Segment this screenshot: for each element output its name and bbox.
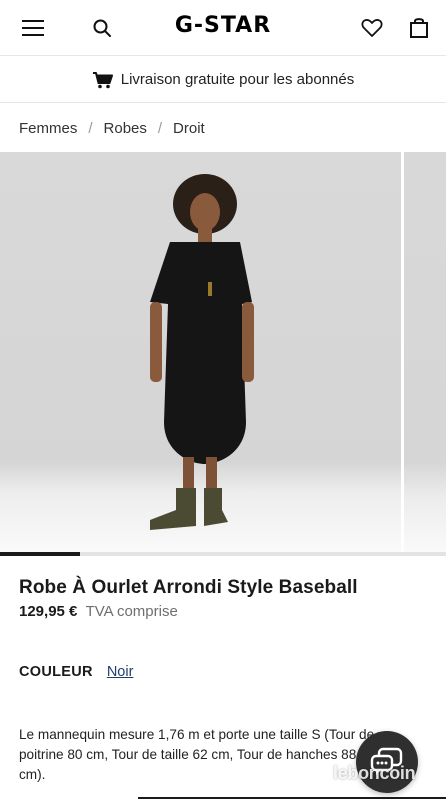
price-row: 129,95 € TVA comprise <box>19 603 178 620</box>
product-image[interactable] <box>0 152 401 552</box>
bottom-divider <box>138 797 446 799</box>
color-label: COULEUR <box>19 664 93 680</box>
menu-icon <box>22 20 44 36</box>
breadcrumb-item-femmes[interactable]: Femmes <box>19 120 77 137</box>
breadcrumb: Femmes / Robes / Droit <box>19 118 205 138</box>
menu-button[interactable] <box>17 12 49 44</box>
product-title: Robe À Ourlet Arrondi Style Baseball <box>19 577 358 598</box>
color-selector: COULEUR Noir <box>19 664 133 680</box>
top-navigation-bar: G-STAR <box>0 0 446 56</box>
brand-logo[interactable]: G-STAR <box>150 12 296 40</box>
tax-note: TVA comprise <box>85 603 178 620</box>
product-description: Le mannequin mesure 1,76 m et porte une … <box>19 727 375 782</box>
product-image-gallery[interactable] <box>0 152 446 552</box>
gallery-progress-fill <box>0 552 81 556</box>
breadcrumb-item-droit[interactable]: Droit <box>173 120 205 137</box>
color-value-link[interactable]: Noir <box>107 664 134 680</box>
gallery-progress-bar <box>0 552 446 556</box>
promo-text: Livraison gratuite pour les abonnés <box>120 71 355 88</box>
search-icon <box>93 19 111 37</box>
wishlist-button[interactable] <box>356 12 388 44</box>
search-button[interactable] <box>86 12 118 44</box>
breadcrumb-separator: / <box>157 119 163 137</box>
breadcrumb-separator: / <box>88 119 93 137</box>
heart-icon <box>361 19 383 37</box>
shopping-bag-icon <box>410 18 428 38</box>
promo-banner: Livraison gratuite pour les abonnés <box>0 57 446 103</box>
model-photo <box>150 174 254 530</box>
next-product-image[interactable] <box>404 152 446 552</box>
shopping-bag-button[interactable] <box>403 12 435 44</box>
watermark-logo: leboncoin <box>333 763 416 783</box>
product-price: 129,95 € <box>19 603 78 620</box>
cart-icon <box>92 71 113 88</box>
breadcrumb-item-robes[interactable]: Robes <box>104 120 147 137</box>
